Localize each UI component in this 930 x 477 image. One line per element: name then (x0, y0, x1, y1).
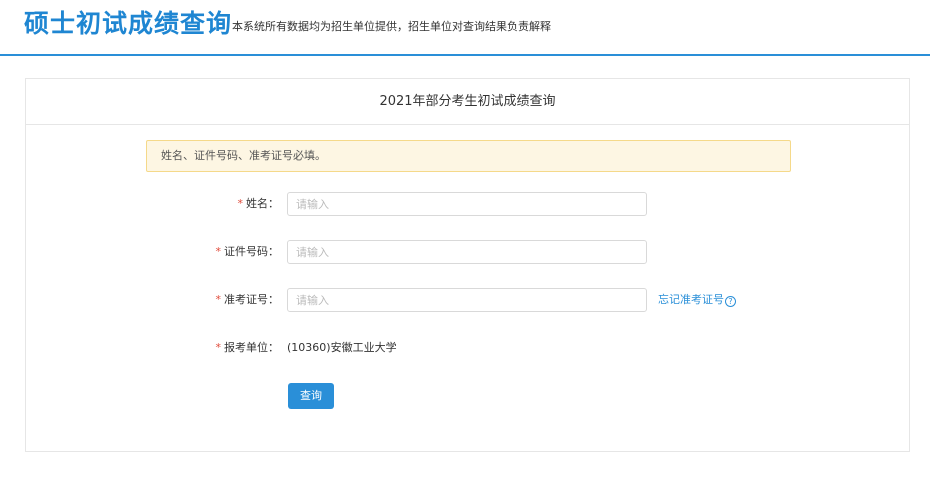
query-button[interactable]: 查询 (288, 383, 334, 409)
required-star: * (215, 245, 222, 258)
exam-number-row: *准考证号： 忘记准考证号? (26, 288, 911, 312)
unit-value: (10360)安徽工业大学 (287, 341, 397, 354)
question-circle-icon: ? (725, 296, 736, 307)
unit-label: * 报考单位： (216, 336, 280, 360)
exam-number-label-text: 准考证号： (224, 293, 279, 306)
unit-row: * 报考单位： (10360)安徽工业大学 (26, 336, 911, 360)
required-star: * (215, 341, 222, 354)
required-notice: 姓名、证件号码、准考证号必填。 (146, 140, 791, 172)
id-number-label-text: 证件号码： (224, 245, 279, 258)
name-label-text: 姓名： (246, 197, 279, 210)
query-panel: 2021年部分考生初试成绩查询 姓名、证件号码、准考证号必填。 *姓名： *证件… (25, 78, 910, 452)
id-number-input[interactable] (287, 240, 647, 264)
unit-label-text: 报考单位： (224, 341, 279, 354)
page-header: 硕士初试成绩查询 本系统所有数据均为招生单位提供，招生单位对查询结果负责解释 (0, 0, 930, 56)
exam-number-input[interactable] (287, 288, 647, 312)
site-description: 本系统所有数据均为招生单位提供，招生单位对查询结果负责解释 (232, 20, 551, 33)
name-input[interactable] (287, 192, 647, 216)
panel-title: 2021年部分考生初试成绩查询 (26, 79, 909, 125)
id-number-label: * 证件号码： (216, 240, 280, 264)
forgot-link-text: 忘记准考证号 (658, 293, 724, 306)
forgot-exam-number-link[interactable]: 忘记准考证号? (658, 288, 736, 312)
name-row: * 姓名： (26, 192, 911, 216)
site-title: 硕士初试成绩查询 (24, 9, 233, 38)
id-number-row: * 证件号码： (26, 240, 911, 264)
required-star: * (215, 293, 222, 306)
exam-number-label: * 准考证号： (216, 288, 280, 312)
required-star: * (237, 197, 244, 210)
name-label: * 姓名： (238, 192, 280, 216)
